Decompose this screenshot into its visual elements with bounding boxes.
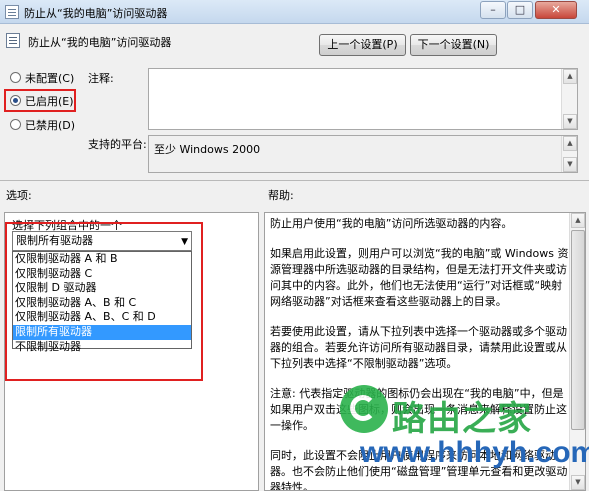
scroll-down-arrow-icon[interactable]: ▼ (563, 114, 577, 129)
supported-platform-value: 至少 Windows 2000 (154, 143, 261, 156)
close-button[interactable]: ✕ (535, 1, 577, 19)
policy-settings-icon (6, 33, 20, 48)
title-bar: 防止从“我的电脑”访问驱动器 – □ ✕ (0, 0, 589, 24)
scroll-up-arrow-icon[interactable]: ▲ (571, 213, 585, 228)
next-setting-button[interactable]: 下一个设置(N) (410, 34, 497, 56)
highlight-enabled-box (4, 89, 76, 112)
comment-scrollbar[interactable]: ▲ ▼ (561, 69, 577, 129)
watermark-logo-icon (340, 385, 388, 433)
radio-label: 未配置(C) (25, 72, 75, 85)
scroll-up-arrow-icon[interactable]: ▲ (563, 136, 577, 151)
radio-not-configured[interactable]: 未配置(C) (10, 72, 74, 86)
comment-label: 注释: (88, 72, 114, 85)
watermark-brand: 路由之家 (392, 399, 532, 439)
radio-circle-icon (10, 72, 21, 83)
help-label: 帮助: (268, 189, 294, 202)
minimize-button[interactable]: – (480, 1, 506, 19)
scroll-down-arrow-icon[interactable]: ▼ (571, 475, 585, 490)
scroll-down-arrow-icon[interactable]: ▼ (563, 157, 577, 172)
radio-disabled[interactable]: 已禁用(D) (10, 119, 75, 133)
section-divider (0, 180, 589, 181)
supported-platform-label: 支持的平台: (88, 138, 147, 151)
previous-setting-button[interactable]: 上一个设置(P) (319, 34, 406, 56)
help-paragraph: 若要使用此设置，请从下拉列表中选择一个驱动器或多个驱动器的组合。若要允许访问所有… (270, 325, 567, 370)
radio-circle-icon (10, 119, 21, 130)
help-paragraph: 防止用户使用“我的电脑”访问所选驱动器的内容。 (270, 217, 513, 230)
window-title: 防止从“我的电脑”访问驱动器 (24, 7, 168, 20)
policy-title: 防止从“我的电脑”访问驱动器 (28, 36, 172, 49)
supported-scrollbar[interactable]: ▲ ▼ (561, 136, 577, 172)
supported-platform-field: 至少 Windows 2000 ▲ ▼ (148, 135, 578, 173)
policy-window-icon (5, 5, 19, 19)
maximize-button[interactable]: □ (507, 1, 533, 19)
help-scroll-thumb[interactable] (571, 230, 585, 430)
scroll-up-arrow-icon[interactable]: ▲ (563, 69, 577, 84)
comment-textarea[interactable]: ▲ ▼ (148, 68, 578, 130)
options-label: 选项: (6, 189, 32, 202)
radio-label: 已禁用(D) (25, 119, 76, 132)
watermark-url: www.hhhyh.com (360, 436, 589, 469)
help-paragraph: 如果启用此设置，则用户可以浏览“我的电脑”或 Windows 资源管理器中所选驱… (270, 247, 569, 308)
highlight-options-box (5, 222, 203, 381)
